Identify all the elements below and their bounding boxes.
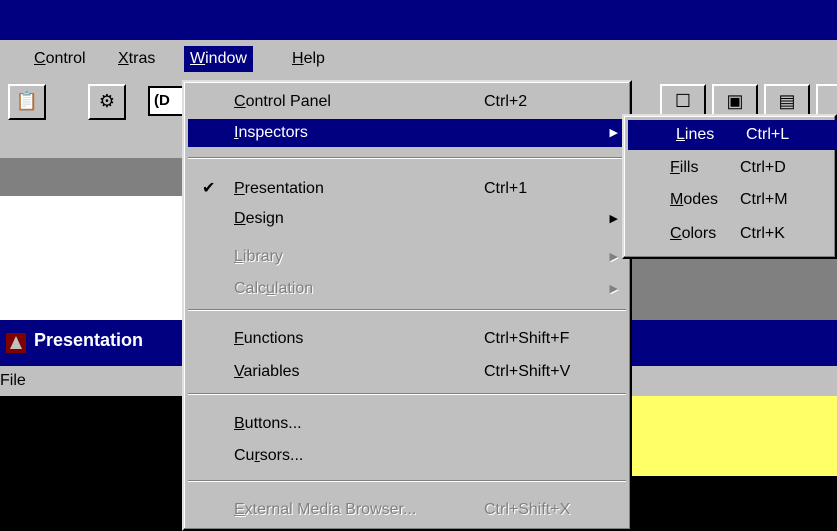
submenu-arrow-icon: ▶ [609, 283, 618, 295]
menu-help[interactable]: Help [286, 46, 331, 72]
menu-item-label: Calculation [234, 280, 314, 297]
menu-window[interactable]: Window [184, 46, 253, 72]
menu-item-inspectors[interactable]: Inspectors ▶ [188, 119, 626, 147]
menu-item-shortcut: Ctrl+Shift+F [484, 330, 570, 347]
inspectors-submenu: Lines Ctrl+L Fills Ctrl+D Modes Ctrl+M C… [622, 114, 837, 259]
menu-item-lines[interactable]: Lines Ctrl+L [628, 120, 837, 150]
menu-separator [188, 393, 626, 395]
menu-control-accel: C [34, 50, 46, 67]
menu-item-label: Modes [670, 191, 719, 208]
tools-icon: ⚙ [98, 91, 116, 111]
menu-help-accel: H [292, 50, 304, 67]
menu-separator [188, 157, 626, 159]
checkmark-icon: ✔ [202, 180, 216, 197]
menu-item-external-media-browser: External Media Browser... Ctrl+Shift+X [188, 496, 626, 524]
menu-item-design[interactable]: Design ▶ [188, 205, 626, 233]
menu-control[interactable]: Control [28, 46, 92, 72]
menu-item-library: Library ▶ [188, 243, 626, 271]
menu-item-fills[interactable]: Fills Ctrl+D [628, 154, 837, 182]
menu-item-colors[interactable]: Colors Ctrl+K [628, 220, 837, 248]
menu-item-calculation: Calculation ▶ [188, 275, 626, 303]
menu-help-label: elp [303, 50, 325, 67]
menu-item-label: Design [234, 210, 284, 227]
submenu-arrow-icon: ▶ [609, 127, 618, 139]
menu-item-label: Colors [670, 225, 717, 242]
menu-item-label: Fills [670, 159, 699, 176]
menu-item-label: Functions [234, 330, 304, 347]
menu-item-label: Variables [234, 363, 300, 380]
menu-item-shortcut: Ctrl+L [746, 126, 790, 143]
menu-item-shortcut: Ctrl+Shift+X [484, 501, 571, 518]
menu-xtras-accel: X [118, 50, 129, 67]
menu-item-shortcut: Ctrl+2 [484, 93, 528, 110]
paste-button[interactable]: 📋 [8, 84, 46, 120]
toolbar-icon-c: ▤ [778, 91, 796, 111]
menu-item-label: Library [234, 248, 283, 265]
menu-item-shortcut: Ctrl+M [740, 191, 788, 208]
toolbar-field[interactable]: (D [148, 86, 184, 116]
presentation-menu-file[interactable]: File [0, 372, 26, 390]
workspace-gray [620, 258, 837, 320]
menu-item-label: Lines [676, 126, 715, 143]
menu-item-modes[interactable]: Modes Ctrl+M [628, 186, 837, 214]
menu-item-variables[interactable]: Variables Ctrl+Shift+V [188, 358, 626, 386]
menu-item-label: Control Panel [234, 93, 331, 110]
presentation-app-icon [6, 333, 26, 353]
toolbar-icon-a: ☐ [674, 91, 692, 111]
submenu-arrow-icon: ▶ [609, 213, 618, 225]
menu-item-shortcut: Ctrl+K [740, 225, 785, 242]
menu-item-shortcut: Ctrl+Shift+V [484, 363, 571, 380]
yellow-panel [620, 396, 837, 476]
window-menu: Control Panel Ctrl+2 Inspectors ▶ ✔ Pres… [182, 80, 632, 531]
menu-separator [188, 480, 626, 482]
menu-window-label: indow [205, 50, 247, 67]
menu-item-functions[interactable]: Functions Ctrl+Shift+F [188, 325, 626, 353]
presentation-window-title: Presentation [34, 330, 144, 350]
menu-item-cursors[interactable]: Cursors... [188, 442, 626, 470]
menu-xtras[interactable]: Xtras [112, 46, 161, 72]
menu-item-label: Inspectors [234, 124, 308, 141]
menu-xtras-label: tras [128, 50, 156, 67]
menu-item-buttons[interactable]: Buttons... [188, 410, 626, 438]
menu-item-shortcut: Ctrl+1 [484, 180, 528, 197]
menu-item-label: Buttons... [234, 415, 302, 432]
tools-button[interactable]: ⚙ [88, 84, 126, 120]
toolbar-icon-b: ▣ [726, 91, 744, 111]
menu-item-shortcut: Ctrl+D [740, 159, 786, 176]
app-titlebar [0, 0, 837, 40]
paste-icon: 📋 [15, 91, 39, 111]
menu-item-label: External Media Browser... [234, 501, 417, 518]
app-menubar: Control Xtras Window Help [0, 40, 837, 74]
menu-window-accel: W [190, 50, 206, 67]
menu-item-label: Cursors... [234, 447, 304, 464]
menu-item-presentation[interactable]: ✔ Presentation Ctrl+1 [188, 175, 626, 203]
menu-item-control-panel[interactable]: Control Panel Ctrl+2 [188, 88, 626, 116]
submenu-arrow-icon: ▶ [609, 251, 618, 263]
menu-item-label: Presentation [234, 180, 324, 197]
menu-control-label: ontrol [45, 50, 86, 67]
menu-separator [188, 309, 626, 311]
